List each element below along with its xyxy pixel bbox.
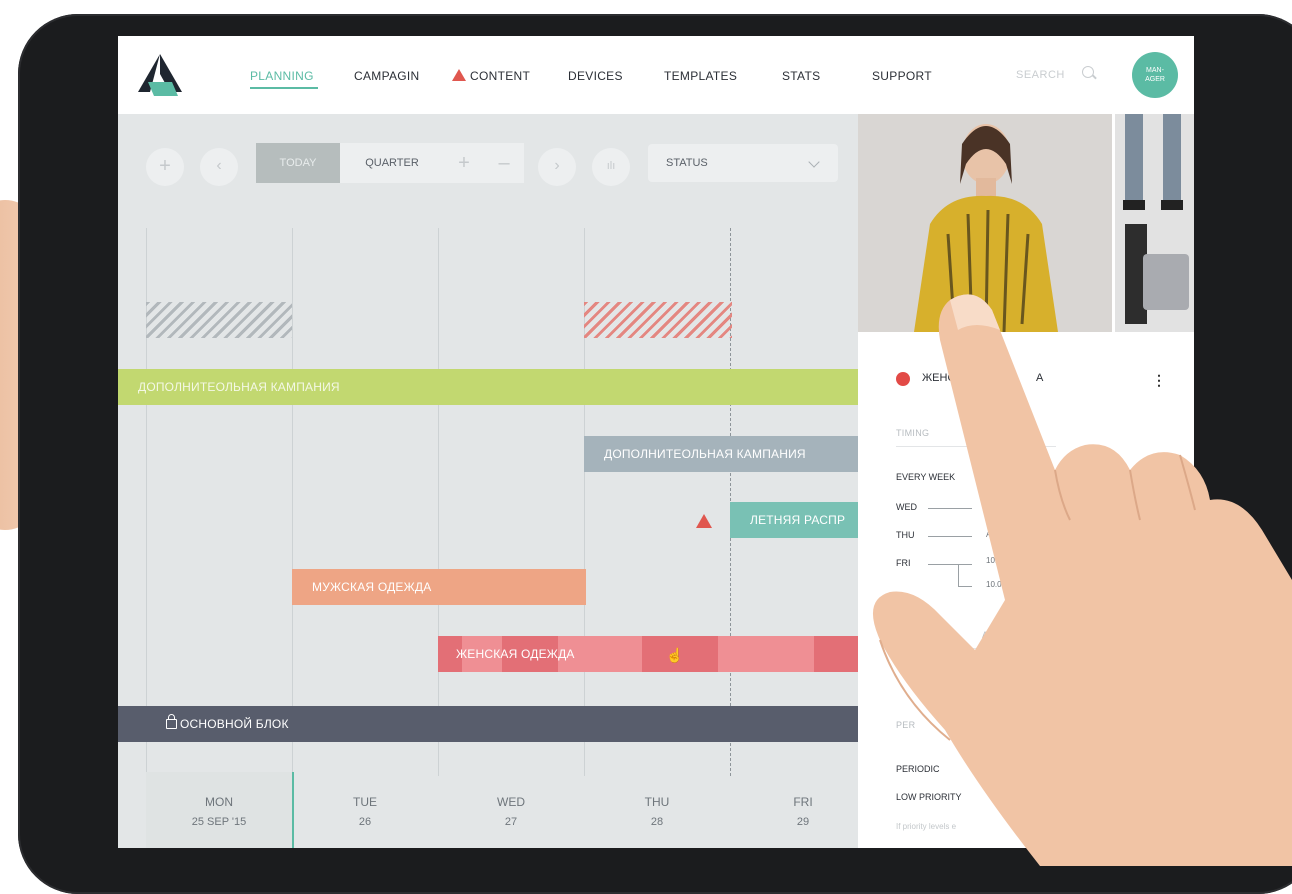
nav-content[interactable]: CONTENT [452, 69, 530, 83]
campaign-bar-main[interactable]: ОСНОВНОЙ БЛОК [118, 706, 860, 742]
schedule-time: 10.0 [986, 502, 1002, 511]
frequency-value: EVERY WEEK [896, 472, 956, 482]
grid-line [292, 228, 293, 776]
periodic-option[interactable]: PERIODIC [896, 764, 940, 774]
campaign-bar-summer[interactable]: ЛЕТНЯЯ РАСПР [730, 502, 860, 538]
thumbnail-image[interactable] [1112, 114, 1194, 332]
day-column-tue[interactable]: TUE 26 [292, 792, 438, 832]
timing-label: TIMING [896, 428, 930, 438]
campaign-bar-extra[interactable]: ДОПОЛНИТЕОЛЬНАЯ КАМПАНИЯ [118, 369, 860, 405]
zoom-in-button[interactable]: + [444, 143, 484, 183]
schedule-time: 10. [986, 556, 998, 565]
nav-support[interactable]: SUPPORT [872, 69, 932, 83]
search-icon[interactable] [1082, 66, 1094, 78]
schedule-time: ALL [986, 530, 1001, 539]
schedule-line [928, 508, 972, 509]
chart-icon[interactable]: ılı [592, 148, 630, 186]
schedule-line [928, 536, 972, 537]
day-date: 27 [504, 816, 518, 828]
detail-title: ЖЕНС [922, 372, 956, 384]
day-date: 26 [358, 816, 372, 828]
day-name: FRI [793, 795, 813, 809]
chevron-down-icon [808, 156, 820, 168]
nav-stats[interactable]: STATS [782, 69, 820, 83]
schedule-time: 10.0 [986, 580, 1002, 589]
nav-devices[interactable]: DEVICES [568, 69, 623, 83]
bar-segment [718, 636, 814, 672]
day-name: TUE [353, 795, 377, 809]
hand-cursor-icon: ☝ [666, 647, 684, 663]
day-column-fri[interactable]: FRI 29 [730, 792, 876, 832]
schedule-day: WED [896, 502, 917, 512]
bar-label: ЖЕНСКАЯ ОДЕЖДА [456, 647, 575, 661]
nav-templates[interactable]: TEMPLATES [664, 69, 737, 83]
tablet-scene: PLANNING CAMPAGIN CONTENT DEVICES TEMPLA… [0, 0, 1292, 894]
hatched-block-gray [146, 302, 292, 338]
schedule-day: THU [896, 530, 915, 540]
nav-active-underline [250, 87, 318, 89]
brand-logo-icon[interactable] [134, 52, 186, 98]
quarter-button[interactable]: QUARTER [340, 143, 444, 183]
top-nav: PLANNING CAMPAGIN CONTENT DEVICES TEMPLA… [118, 36, 1194, 114]
divider [896, 446, 1056, 447]
day-date: 25 SEP '15 [191, 816, 247, 828]
avatar-text: MAN- AGER [1145, 67, 1165, 83]
day-name: MON [205, 795, 233, 809]
low-priority-option[interactable]: LOW PRIORITY [896, 792, 962, 802]
search-input[interactable]: SEARCH [1016, 69, 1065, 81]
nav-campaign[interactable]: CAMPAGIN [354, 69, 420, 83]
schedule-line [928, 564, 972, 565]
schedule-bracket [958, 586, 972, 587]
detail-title-end: А [1036, 372, 1044, 384]
priority-footnote: If priority levels e [896, 822, 957, 831]
model-photo-image [858, 114, 1112, 332]
product-photo[interactable] [858, 114, 1194, 332]
day-name: WED [497, 795, 525, 809]
warning-icon [452, 69, 466, 81]
priority-label: PER [896, 720, 916, 730]
next-button[interactable]: › [538, 148, 576, 186]
day-name: THU [644, 795, 670, 809]
bar-label: ОСНОВНОЙ БЛОК [180, 717, 289, 731]
schedule-day: FRI [896, 558, 911, 568]
avatar[interactable]: MAN- AGER [1132, 52, 1178, 98]
day-column-mon[interactable]: MON 25 SEP '15 [146, 772, 292, 848]
day-column-wed[interactable]: WED 27 [438, 792, 584, 832]
duration-label: ATION [982, 630, 1011, 640]
hatched-block-red [584, 302, 732, 338]
divider [896, 648, 1056, 649]
day-column-thu[interactable]: THU 28 [584, 792, 730, 832]
nav-planning[interactable]: PLANNING [250, 69, 314, 83]
more-options-icon[interactable]: ⋮ [1152, 372, 1166, 389]
lock-icon [166, 714, 177, 729]
add-button[interactable]: + [146, 148, 184, 186]
campaign-bar-women[interactable]: ЖЕНСКАЯ ОДЕЖДА [438, 636, 860, 672]
status-select[interactable]: STATUS [648, 144, 838, 182]
status-dot [896, 372, 910, 386]
prev-button[interactable]: ‹ [200, 148, 238, 186]
schedule-bracket [958, 564, 959, 586]
day-date: 28 [650, 816, 664, 828]
detail-panel: ЖЕНС А ⋮ TIMING EVERY WEEK WED 10.0 THU … [858, 332, 1194, 848]
grid-line [438, 228, 439, 776]
campaign-bar-extra-2[interactable]: ДОПОЛНИТЕОЛЬНАЯ КАМПАНИЯ [584, 436, 860, 472]
campaign-bar-men[interactable]: МУЖСКАЯ ОДЕЖДА [292, 569, 586, 605]
today-button[interactable]: TODAY [256, 143, 340, 183]
nav-content-label: CONTENT [470, 69, 531, 83]
zoom-out-button[interactable]: – [484, 143, 524, 183]
app-screen: PLANNING CAMPAGIN CONTENT DEVICES TEMPLA… [118, 36, 1194, 848]
status-label: STATUS [666, 157, 708, 169]
warning-icon [696, 514, 712, 528]
day-date: 29 [796, 816, 810, 828]
